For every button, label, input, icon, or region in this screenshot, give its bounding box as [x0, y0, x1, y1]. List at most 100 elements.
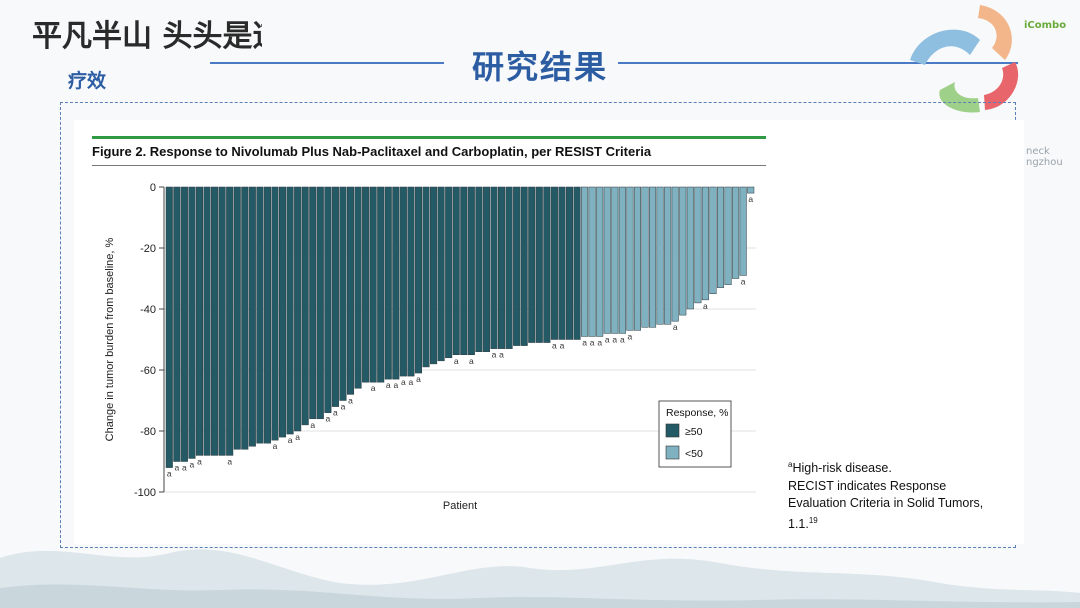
bar: [679, 186, 687, 316]
bar: [180, 186, 188, 462]
bar: [414, 186, 422, 374]
bar: [490, 186, 498, 349]
bar-annotation: a: [620, 334, 625, 344]
bar: [528, 186, 536, 343]
y-tick-label: -40: [140, 304, 156, 316]
bar: [664, 186, 672, 325]
bar-annotation: a: [348, 395, 353, 405]
bar-annotation: a: [167, 469, 172, 479]
bar: [573, 186, 581, 340]
bar: [633, 186, 641, 331]
bar: [739, 186, 747, 276]
bar: [211, 186, 219, 456]
bar-annotation: a: [741, 276, 746, 286]
bar: [732, 186, 740, 279]
bar-annotation: a: [597, 337, 602, 347]
brand-logo: iCombo: [1024, 20, 1067, 31]
bar-annotation: a: [492, 350, 497, 360]
bar: [626, 186, 634, 331]
side-text-line-1: neck: [1026, 146, 1050, 157]
bar: [437, 186, 445, 362]
bar: [324, 186, 332, 413]
bar-annotation: a: [386, 380, 391, 390]
bar: [188, 186, 196, 459]
bar: [520, 186, 528, 346]
bar: [460, 186, 468, 355]
bar: [316, 186, 324, 420]
bar: [294, 186, 302, 432]
bar: [354, 186, 362, 389]
bar: [611, 186, 619, 334]
bar: [369, 186, 377, 383]
y-axis-label: Change in tumor burden from baseline, %: [104, 237, 116, 441]
footnote-ref: 19: [808, 516, 818, 525]
bar: [331, 186, 339, 407]
bar-annotation: a: [341, 402, 346, 412]
bar: [226, 186, 234, 456]
bar-annotation: a: [401, 377, 406, 387]
bar: [165, 186, 173, 468]
legend-title: Response, %: [666, 407, 728, 419]
bar: [399, 186, 407, 377]
bar-annotation: a: [227, 456, 232, 466]
bar: [596, 186, 604, 337]
bar-annotation: a: [393, 380, 398, 390]
bar-annotation: a: [582, 337, 587, 347]
bar-annotation: a: [605, 334, 610, 344]
waterfall-chart: 0 -20 -40 -60 -80 -100 Change in tumor burden …: [104, 182, 756, 512]
bar-annotation: a: [288, 435, 293, 445]
bar-annotation: a: [371, 383, 376, 393]
bar: [656, 186, 664, 325]
bar: [392, 186, 400, 380]
bar-annotation: a: [190, 459, 195, 469]
bar-annotation: a: [174, 463, 179, 473]
side-text: neck ngzhou: [1026, 146, 1063, 168]
bar: [203, 186, 211, 456]
bar: [543, 186, 551, 343]
bar-annotation: a: [552, 341, 557, 351]
bar: [430, 186, 438, 365]
bar: [649, 186, 657, 328]
bar-annotation: a: [560, 341, 565, 351]
bar: [452, 186, 460, 355]
bar-annotation: a: [748, 194, 753, 204]
bar-annotation: a: [590, 337, 595, 347]
side-text-line-2: ngzhou: [1026, 157, 1063, 168]
y-tick-label: -80: [140, 426, 156, 438]
legend-swatch: [665, 423, 680, 438]
y-tick-label: 0: [150, 182, 156, 194]
bar: [588, 186, 596, 337]
bar: [384, 186, 392, 380]
figure-panel: Figure 2. Response to Nivolumab Plus Nab…: [74, 120, 1024, 544]
bar-annotation: a: [612, 334, 617, 344]
bar: [263, 186, 271, 444]
bar: [362, 186, 370, 383]
bar-annotation: a: [628, 331, 633, 341]
bar: [218, 186, 226, 456]
bar: [309, 186, 317, 420]
footnote-a-text: High-risk disease.: [792, 461, 892, 476]
bar: [422, 186, 430, 368]
bar: [301, 186, 309, 426]
bar-annotation: a: [454, 356, 459, 366]
bar-annotation: a: [197, 456, 202, 466]
y-tick-label: -20: [140, 243, 156, 255]
bar: [603, 186, 611, 334]
bar: [618, 186, 626, 334]
bar: [747, 186, 755, 194]
bar: [671, 186, 679, 322]
bar: [173, 186, 181, 462]
bar-annotation: a: [499, 350, 504, 360]
bar-annotation: a: [469, 356, 474, 366]
bar: [241, 186, 249, 450]
bar: [475, 186, 483, 352]
bar: [248, 186, 256, 447]
bar: [279, 186, 287, 438]
bar: [482, 186, 490, 352]
bar: [581, 186, 589, 337]
legend-label: <50: [685, 448, 703, 460]
bar: [286, 186, 294, 435]
bar-annotation: a: [333, 408, 338, 418]
bar: [407, 186, 415, 377]
bar: [233, 186, 241, 450]
